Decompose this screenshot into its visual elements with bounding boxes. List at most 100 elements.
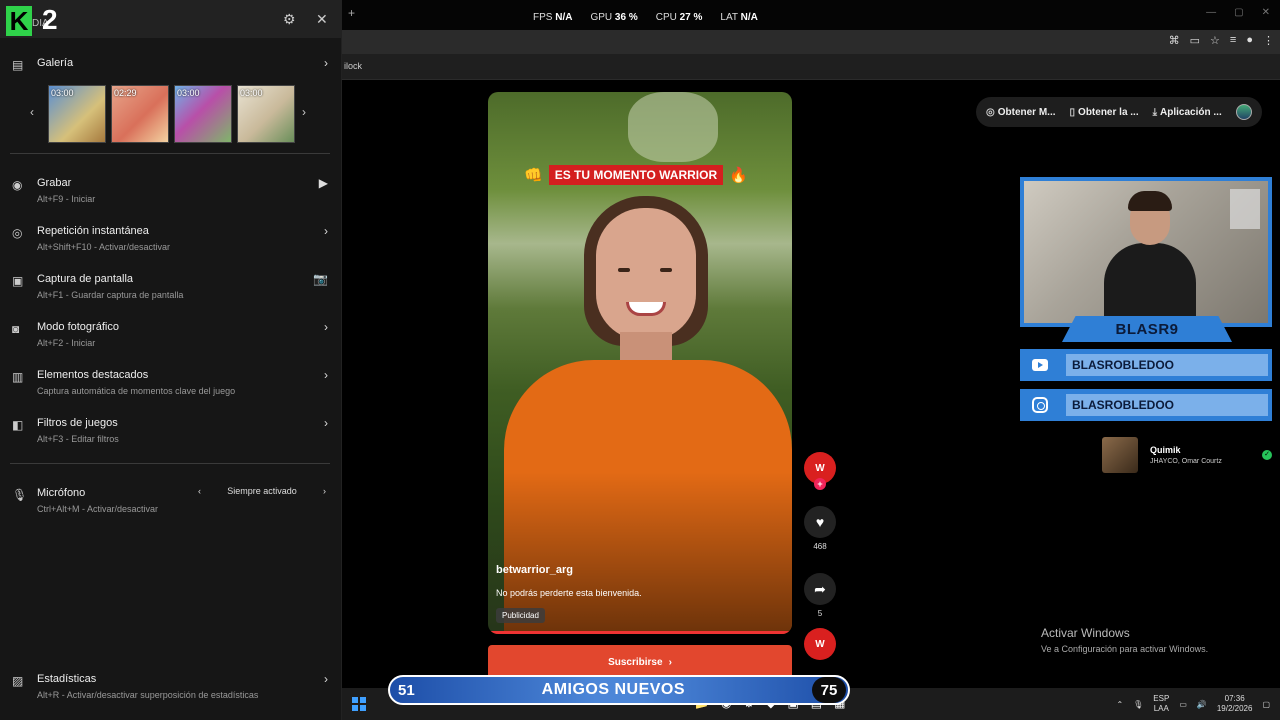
subscribe-button[interactable]: Suscribirse › <box>488 645 792 679</box>
new-tab-button[interactable]: + <box>348 6 355 20</box>
microphone-row[interactable]: 🎙 Micrófono Ctrl+Alt+M - Activar/desacti… <box>0 486 342 526</box>
like-button[interactable]: ♥ <box>804 506 836 538</box>
video-progress-fill <box>488 631 792 634</box>
song-meta: Quimik JHAYCO, Omar Courtz <box>1150 445 1262 465</box>
followers-goal-bar: 51 AMIGOS NUEVOS 75 <box>388 675 850 705</box>
photo-mode-row[interactable]: ◙ Modo fotográfico Alt+F2 - Iniciar › <box>0 320 342 360</box>
get-app-button[interactable]: ▯ Obtener la ... <box>1070 107 1139 118</box>
chevron-right-icon: › <box>324 368 328 382</box>
highlights-icon: ▥ <box>12 370 24 384</box>
menu-icon[interactable]: ⋮ <box>1263 34 1274 47</box>
performance-overlay: FPS N/A GPU 36 % CPU 27 % LAT N/A <box>533 12 758 23</box>
instant-replay-row[interactable]: ◎ Repetición instantánea Alt+Shift+F10 -… <box>0 224 342 264</box>
windows-activation-watermark: Activar Windows Ve a Configuración para … <box>1041 626 1208 654</box>
windows-start-icon[interactable] <box>352 697 366 711</box>
profile-icon[interactable]: ● <box>1246 34 1253 47</box>
statistics-row[interactable]: ▨ Estadísticas Alt+R - Activar/desactiva… <box>0 672 342 712</box>
translate-icon[interactable]: ⌘ <box>1169 34 1180 47</box>
heart-icon: ♥ <box>815 514 825 530</box>
download-icon: ⤓ <box>1152 106 1158 118</box>
video-player[interactable]: 👊 ES TU MOMENTO WARRIOR 🔥 betwarrior_arg… <box>488 92 792 634</box>
microphone-mode-value: Siempre activado <box>227 486 297 496</box>
creator-avatar[interactable]: W + <box>804 452 836 490</box>
network-icon[interactable]: ▭ <box>1179 700 1187 709</box>
notification-icon[interactable]: ▢ <box>1262 700 1270 709</box>
video-username[interactable]: betwarrior_arg <box>496 564 573 576</box>
latency-stat: LAT N/A <box>720 12 758 23</box>
now-playing: Quimik JHAYCO, Omar Courtz ✓ <box>1102 435 1272 475</box>
instant-replay-icon: ◎ <box>12 226 23 240</box>
chevron-right-icon: › <box>324 224 328 238</box>
language-indicator[interactable]: ESP LAA <box>1153 694 1169 714</box>
download-app-button[interactable]: ⤓ Aplicación ... <box>1153 107 1222 118</box>
minimize-icon[interactable]: — <box>1206 7 1216 18</box>
game-filters-row[interactable]: ◧ Filtros de juegos Alt+F3 - Editar filt… <box>0 416 342 456</box>
microphone-tray-icon[interactable]: 🎙 <box>1133 700 1143 709</box>
gallery-thumb[interactable]: 03:00 <box>48 85 106 143</box>
chevron-right-icon[interactable]: › <box>323 486 326 496</box>
top-actions: ◎ Obtener M... ▯ Obtener la ... ⤓ Aplicació… <box>976 97 1262 127</box>
webcam-frame <box>1020 177 1272 333</box>
gallery-thumb[interactable]: 03:00 <box>237 85 295 143</box>
song-artist: JHAYCO, Omar Courtz <box>1150 458 1222 465</box>
follow-plus-icon[interactable]: + <box>814 478 826 490</box>
avatar-letter: W <box>815 462 825 474</box>
get-mobile-button[interactable]: ◎ Obtener M... <box>986 107 1056 118</box>
gallery-thumbnails: ‹ 03:00 02:29 03:00 03:00 › <box>28 85 318 143</box>
gallery-row[interactable]: ▤ Galería › <box>0 56 342 76</box>
gallery-thumb[interactable]: 03:00 <box>174 85 232 143</box>
cast-icon[interactable]: ▭ <box>1190 34 1200 47</box>
microphone-mode-selector[interactable]: ‹ Siempre activado › <box>198 486 326 496</box>
smile <box>626 302 666 316</box>
web-page: ◎ Obtener M... ▯ Obtener la ... ⤓ Aplicació… <box>342 80 1280 688</box>
eye <box>660 268 672 272</box>
highlights-row[interactable]: ▥ Elementos destacados Captura automátic… <box>0 368 342 408</box>
nvidia-overlay-panel: K DIA 2 ⚙ ✕ ▤ Galería › ‹ 03:00 02:29 03:0… <box>0 0 342 720</box>
screenshot-row[interactable]: ▣ Captura de pantalla Alt+F1 - Guardar c… <box>0 272 342 312</box>
clock[interactable]: 07:36 19/2/2026 <box>1217 694 1253 714</box>
fire-emoji-icon: 🔥 <box>729 167 748 184</box>
user-avatar[interactable] <box>1236 104 1252 120</box>
close-window-icon[interactable]: ✕ <box>1262 7 1270 18</box>
close-icon[interactable]: ✕ <box>316 11 328 28</box>
streamer-hair <box>1128 191 1172 211</box>
video-progress[interactable] <box>488 631 792 634</box>
microphone-icon: 🎙 <box>12 488 28 502</box>
chevron-left-icon[interactable]: ‹ <box>198 486 201 496</box>
bookmark-star-icon[interactable]: ☆ <box>1210 34 1220 47</box>
toolbar-icons: ⌘ ▭ ☆ ≡ ● ⋮ <box>1169 34 1274 47</box>
media-icon[interactable]: ≡ <box>1230 34 1236 47</box>
share-button[interactable]: ➦ <box>804 573 836 605</box>
record-row[interactable]: ◉ Grabar Alt+F9 - Iniciar ▶ <box>0 176 342 216</box>
coin-icon: ◎ <box>986 106 995 118</box>
play-icon[interactable]: ▶ <box>319 176 328 190</box>
stats-icon: ▨ <box>12 674 24 688</box>
camera-icon[interactable]: 📷 <box>313 272 328 286</box>
screenshot-icon: ▣ <box>12 274 24 288</box>
volume-icon[interactable]: 🔊 <box>1197 700 1207 709</box>
video-person-face <box>596 208 696 340</box>
fist-emoji-icon: 👊 <box>524 167 543 184</box>
settings-gear-icon[interactable]: ⚙ <box>283 11 296 28</box>
gallery-thumb[interactable]: 02:29 <box>111 85 169 143</box>
chevron-left-icon[interactable]: ‹ <box>30 105 34 119</box>
bookmark-item[interactable]: ilock <box>344 61 362 71</box>
chevron-up-icon[interactable]: ⌃ <box>1116 700 1123 709</box>
subscribe-label: Suscribirse <box>608 656 663 668</box>
share-count: 5 <box>817 609 823 618</box>
chevron-right-icon[interactable]: › <box>302 105 306 119</box>
instagram-handle: BLASROBLEDOO <box>1020 389 1272 421</box>
share-icon: ➦ <box>814 580 826 597</box>
instagram-icon <box>1020 389 1060 421</box>
browser-tab-bar: + — ▢ ✕ <box>342 0 1280 30</box>
like-count: 468 <box>813 542 827 551</box>
panel-header: K DIA 2 ⚙ ✕ <box>0 0 342 38</box>
sound-avatar[interactable]: W <box>804 628 836 660</box>
restore-icon[interactable]: ▢ <box>1234 7 1243 18</box>
window-controls: — ▢ ✕ <box>1206 7 1270 18</box>
gallery-icon: ▤ <box>12 58 24 72</box>
sponsored-tag: Publicidad <box>496 608 545 623</box>
address-bar[interactable]: ⌘ ▭ ☆ ≡ ● ⋮ <box>342 30 1280 54</box>
check-icon: ✓ <box>1262 450 1272 460</box>
promo-banner: 👊 ES TU MOMENTO WARRIOR 🔥 <box>524 164 748 186</box>
